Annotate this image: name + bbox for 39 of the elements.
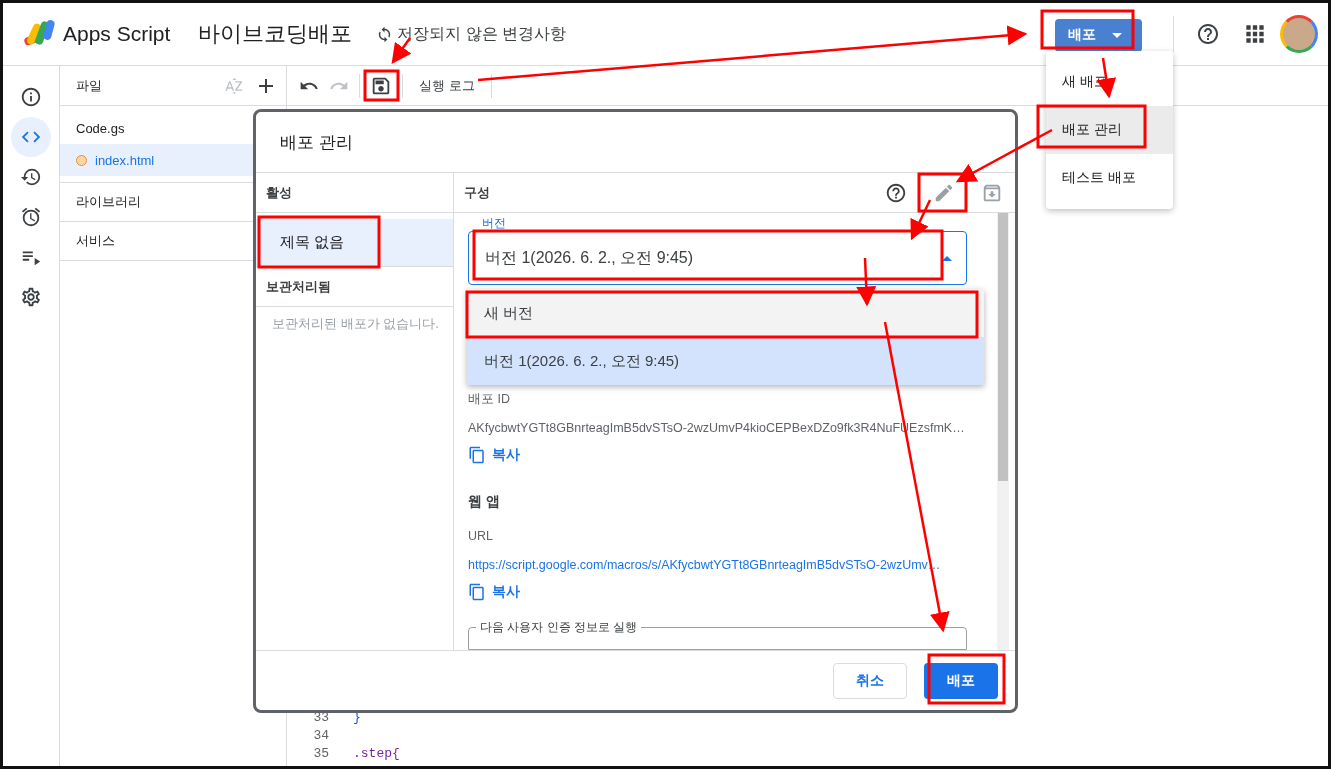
dropdown-option[interactable]: 새 버전 [467,289,984,337]
line-number: 34 [312,727,329,743]
field-value: 버전 1(2026. 6. 2., 오전 9:45) [485,247,695,268]
copy-icon [468,583,486,601]
scrollbar[interactable] [997,213,1009,650]
copy-button[interactable]: 복사 [468,446,520,464]
field-label: URL [468,528,494,545]
empty-message: 보관처리된 배포가 없습니다. [271,315,440,333]
copy-icon [468,446,486,464]
line-number: 35 [312,745,329,761]
run-log-button[interactable]: 실행 로그 [413,76,481,95]
avatar[interactable] [1280,15,1318,53]
column-header: 보관처리됨 [266,277,332,296]
save-status: 저장되지 않은 변경사항 [397,23,567,44]
section-heading: 웹 앱 [468,492,501,511]
deploy-button[interactable]: 배포 [1055,18,1142,52]
info-icon [20,86,42,108]
cancel-button[interactable]: 취소 [833,662,907,699]
files-title: 파일 [76,76,103,95]
menu-item[interactable]: 테스트 배포 [1046,154,1173,202]
project-title[interactable]: 바이브코딩배포 [198,19,353,49]
dropdown-option[interactable]: 버전 1(2026. 6. 2., 오전 9:45) [467,337,984,385]
file-name: Code.gs [76,120,125,136]
column-header: 구성 [464,183,491,202]
field-label: 배포 ID [468,391,511,408]
field-label: 다음 사용자 인증 정보로 실행 [476,620,642,634]
help-icon[interactable] [885,181,907,204]
history-icon [20,166,42,188]
deploy-button[interactable]: 배포 [924,662,998,699]
copy-button[interactable]: 복사 [468,583,520,601]
file-name: index.html [95,152,155,168]
version-select[interactable]: 버전 1(2026. 6. 2., 오전 9:45) [468,231,967,285]
deployment-item[interactable]: 제목 없음 [256,219,453,267]
alarm-clock-icon [20,206,42,228]
code-text: .step{ [353,745,400,761]
caret-icon [1111,32,1122,38]
product-name: Apps Script [63,22,171,46]
settings-icon [20,286,42,308]
help-icon[interactable] [1196,22,1220,46]
